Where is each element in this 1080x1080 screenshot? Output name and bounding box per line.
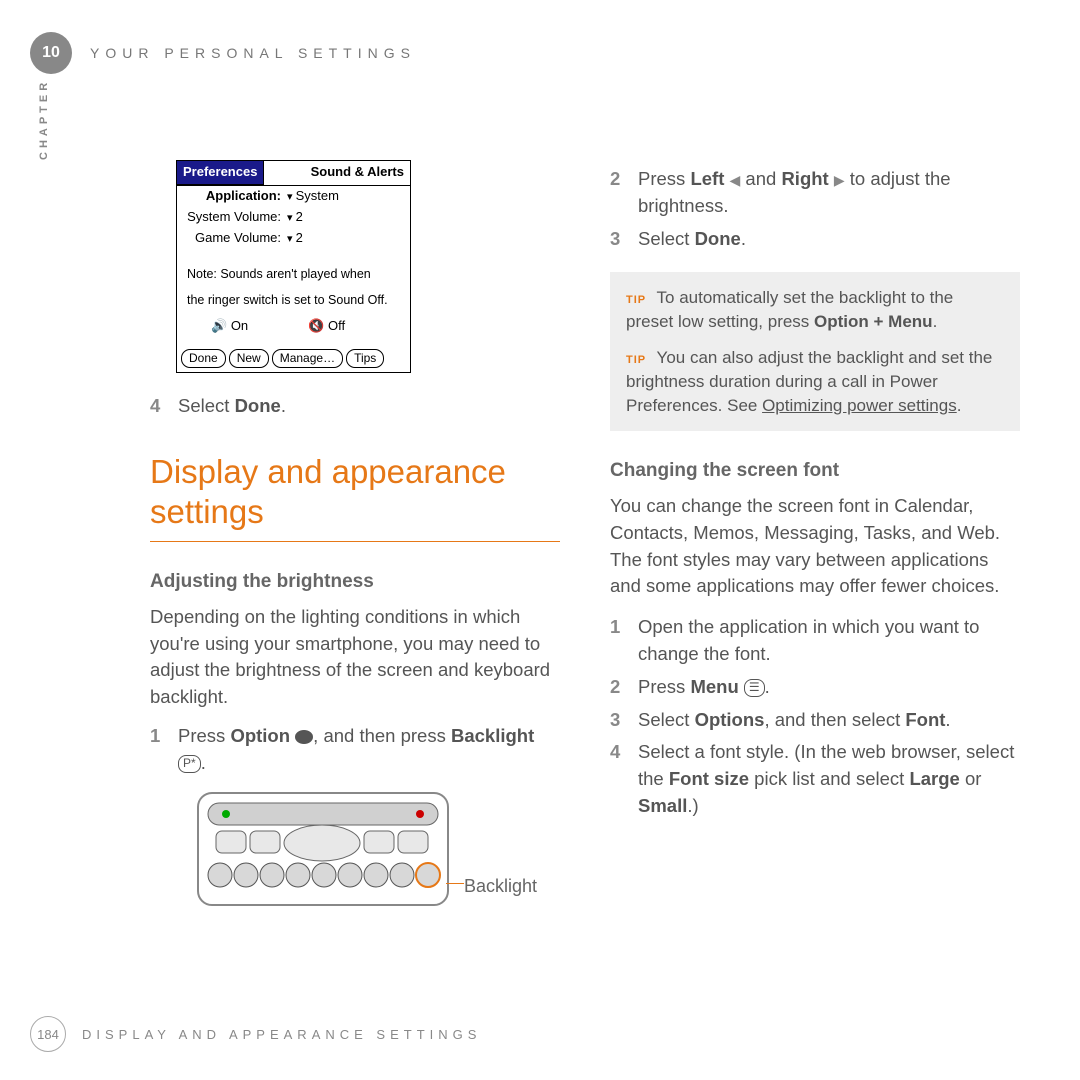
tip-label: TIP	[626, 294, 646, 306]
step-number: 2	[610, 166, 638, 220]
ss-row-label: Application:	[185, 187, 287, 206]
left-column: Preferences Sound & Alerts Application:S…	[150, 160, 560, 916]
page-footer: 184 DISPLAY AND APPEARANCE SETTINGS	[30, 1016, 481, 1052]
ss-note-line1: Note: Sounds aren't played when	[177, 261, 410, 287]
chapter-side-tab: CHAPTER	[38, 79, 50, 160]
ss-manage-button: Manage…	[272, 349, 343, 368]
step-4: 4 Select Done.	[150, 393, 560, 420]
left-arrow-icon: ◀	[730, 172, 741, 188]
ss-row-value: 2	[287, 229, 303, 248]
ss-note-line2: the ringer switch is set to Sound Off.	[177, 287, 410, 313]
font-step-1: 1 Open the application in which you want…	[610, 614, 1020, 668]
keypad-callout-label: Backlight	[464, 873, 537, 899]
sound-off-icon: 🔇 Off	[308, 317, 345, 336]
paragraph: Depending on the lighting conditions in …	[150, 604, 560, 711]
tip-label: TIP	[626, 354, 646, 366]
page-number-badge: 184	[30, 1016, 66, 1052]
step-number: 1	[150, 723, 178, 777]
paragraph: You can change the screen font in Calend…	[610, 493, 1020, 600]
ss-new-button: New	[229, 349, 269, 368]
step-1-brightness: 1 Press Option , and then press Backligh…	[150, 723, 560, 777]
chapter-number-badge: 10	[30, 32, 72, 74]
right-column: 2 Press Left ◀ and Right ▶ to adjust the…	[610, 160, 1020, 916]
font-step-2: 2 Press Menu ☰.	[610, 674, 1020, 701]
ss-row-value: 2	[287, 208, 303, 227]
chapter-title: YOUR PERSONAL SETTINGS	[90, 45, 416, 61]
step-number: 3	[610, 707, 638, 734]
step-number: 4	[610, 739, 638, 819]
keypad-illustration: Backlight	[194, 789, 560, 917]
section-title: Display and appearance settings	[150, 452, 560, 542]
backlight-key-icon: P*	[178, 755, 201, 773]
subheading-brightness: Adjusting the brightness	[150, 568, 560, 596]
font-step-4: 4 Select a font style. (In the web brows…	[610, 739, 1020, 819]
footer-title: DISPLAY AND APPEARANCE SETTINGS	[82, 1027, 481, 1042]
step-number: 1	[610, 614, 638, 668]
step-2-brightness: 2 Press Left ◀ and Right ▶ to adjust the…	[610, 166, 1020, 220]
ss-done-button: Done	[181, 349, 226, 368]
step-3-brightness: 3 Select Done.	[610, 226, 1020, 253]
link-optimizing-power[interactable]: Optimizing power settings	[762, 396, 957, 415]
step-number: 4	[150, 393, 178, 420]
menu-key-icon: ☰	[744, 679, 765, 697]
page-header: 10 YOUR PERSONAL SETTINGS	[30, 32, 416, 74]
ss-title-right: Sound & Alerts	[305, 161, 410, 185]
sound-on-icon: 🔊 On	[211, 317, 248, 336]
ss-row-label: Game Volume:	[185, 229, 287, 248]
ss-row-label: System Volume:	[185, 208, 287, 227]
step-number: 3	[610, 226, 638, 253]
preferences-screenshot: Preferences Sound & Alerts Application:S…	[176, 160, 411, 373]
tip-box: TIP To automatically set the backlight t…	[610, 272, 1020, 431]
subheading-font: Changing the screen font	[610, 457, 1020, 485]
ss-row-value: System	[287, 187, 339, 206]
option-key-icon	[295, 730, 313, 744]
ss-tips-button: Tips	[346, 349, 384, 368]
step-number: 2	[610, 674, 638, 701]
font-step-3: 3 Select Options, and then select Font.	[610, 707, 1020, 734]
ss-title-left: Preferences	[177, 161, 264, 185]
right-arrow-icon: ▶	[834, 172, 845, 188]
